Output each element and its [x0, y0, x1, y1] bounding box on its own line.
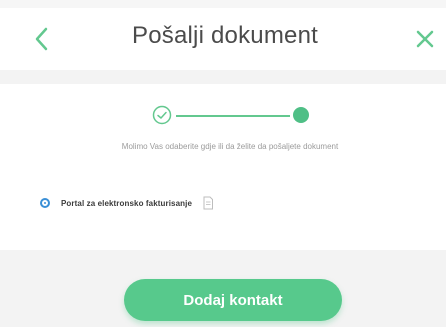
close-button[interactable] [410, 22, 440, 56]
header-bar: Pošalji dokument [0, 8, 446, 70]
instruction-text: Molimo Vas odaberite gdje ili da želite … [121, 142, 339, 151]
step-connector [176, 115, 290, 117]
content-panel: Molimo Vas odaberite gdje ili da želite … [0, 84, 446, 250]
back-button[interactable] [28, 22, 54, 56]
radio-button[interactable] [40, 198, 50, 208]
header-separator [0, 70, 446, 84]
progress-stepper [152, 104, 322, 126]
option-label: Portal za elektronsko fakturisanje [61, 198, 193, 208]
page-title: Pošalji dokument [132, 22, 318, 49]
document-icon [203, 196, 214, 210]
option-e-invoice-portal[interactable]: Portal za elektronsko fakturisanje [40, 195, 214, 211]
step-current-indicator [293, 107, 309, 123]
top-strip [0, 0, 446, 8]
close-icon [416, 30, 434, 48]
add-contact-button[interactable]: Dodaj kontakt [124, 279, 342, 321]
chevron-left-icon [35, 27, 48, 51]
check-circle-icon [152, 105, 172, 125]
